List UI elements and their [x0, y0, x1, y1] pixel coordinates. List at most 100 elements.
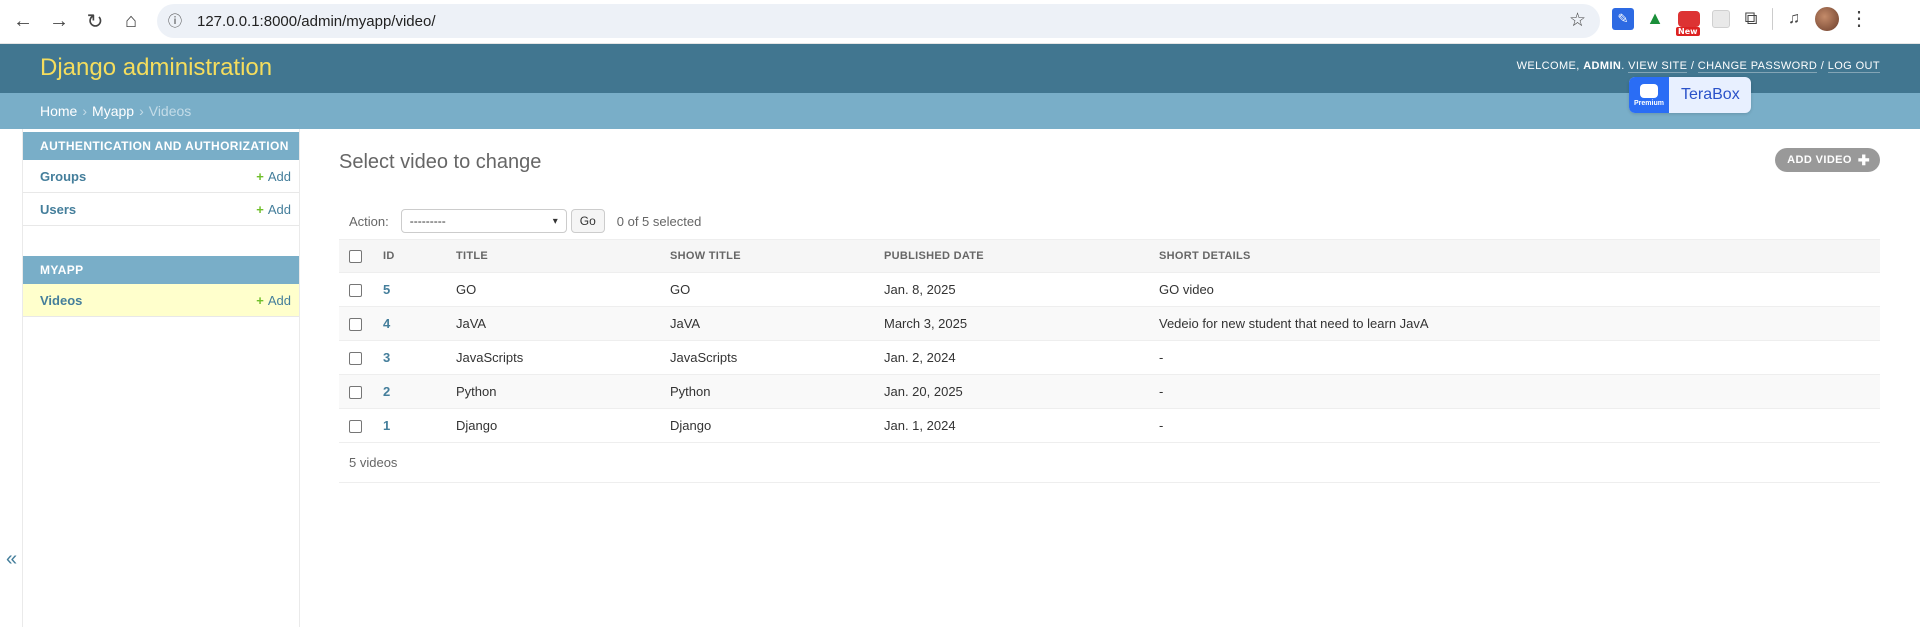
pencil-extension-icon[interactable]: ✎	[1612, 7, 1634, 30]
breadcrumb-app[interactable]: Myapp	[92, 103, 134, 119]
site-branding[interactable]: Django administration	[40, 54, 272, 82]
breadcrumb-home[interactable]: Home	[40, 103, 77, 119]
reload-icon[interactable]: ↻	[78, 5, 112, 39]
column-header-show-title[interactable]: SHOW TITLE	[660, 239, 874, 273]
module-caption-auth[interactable]: AUTHENTICATION AND AUTHORIZATION	[23, 132, 299, 160]
go-button[interactable]: Go	[570, 209, 605, 233]
sidebar-item-videos: Videos + Add	[23, 284, 299, 317]
sidebar-item-label[interactable]: Videos	[40, 293, 256, 308]
row-checkbox[interactable]	[349, 318, 362, 332]
select-all-checkbox[interactable]	[349, 249, 362, 263]
show-title-cell: JaVA	[660, 306, 874, 341]
collapse-sidebar-icon[interactable]: «	[6, 548, 17, 571]
action-label: Action:	[349, 213, 389, 229]
short-details-cell: -	[1149, 340, 1880, 375]
welcome-text: WELCOME,	[1516, 60, 1580, 72]
row-select-cell	[339, 306, 373, 341]
module-caption-myapp[interactable]: MYAPP	[23, 256, 299, 284]
puzzle-extensions-icon[interactable]: ⧉	[1740, 8, 1762, 30]
username: ADMIN	[1583, 60, 1622, 72]
row-checkbox[interactable]	[349, 420, 362, 434]
media-queue-icon[interactable]: ♫	[1783, 8, 1805, 30]
select-all-header	[339, 239, 373, 273]
video-id-link[interactable]: 2	[383, 384, 390, 399]
video-id-link[interactable]: 3	[383, 350, 390, 365]
table-row: 4 JaVA JaVA March 3, 2025 Vedeio for new…	[339, 306, 1880, 341]
table-row: 5 GO GO Jan. 8, 2025 GO video	[339, 272, 1880, 307]
paginator: 5 videos	[339, 443, 1880, 483]
title-cell: Django	[446, 408, 660, 443]
action-selected-value: ---------	[409, 214, 446, 228]
video-id-link[interactable]: 4	[383, 316, 390, 331]
terabox-logo-icon: Premium	[1629, 77, 1669, 113]
published-date-cell: Jan. 8, 2025	[874, 272, 1149, 307]
row-select-cell	[339, 408, 373, 443]
row-checkbox[interactable]	[349, 284, 362, 298]
terabox-widget[interactable]: Premium TeraBox	[1629, 77, 1751, 113]
plus-icon: +	[256, 292, 264, 308]
column-header-published-date[interactable]: PUBLISHED DATE	[874, 239, 1149, 273]
add-video-label: ADD VIDEO	[1787, 154, 1852, 166]
sidebar-item-label[interactable]: Users	[40, 202, 256, 217]
view-site-link[interactable]: VIEW SITE	[1628, 60, 1688, 73]
column-header-short-details[interactable]: SHORT DETAILS	[1149, 239, 1880, 273]
column-header-id[interactable]: ID	[373, 239, 446, 273]
short-details-cell: Vedeio for new student that need to lear…	[1149, 306, 1880, 341]
browser-menu-icon[interactable]: ⋮	[1849, 6, 1869, 31]
table-row: 2 Python Python Jan. 20, 2025 -	[339, 374, 1880, 409]
published-date-cell: Jan. 1, 2024	[874, 408, 1149, 443]
module-myapp: MYAPP Videos + Add	[23, 256, 299, 317]
title-cell: Python	[446, 374, 660, 409]
change-password-link[interactable]: CHANGE PASSWORD	[1697, 60, 1818, 73]
user-tools: WELCOME, ADMIN. VIEW SITE / CHANGE PASSW…	[1516, 60, 1880, 73]
column-header-title[interactable]: TITLE	[446, 239, 660, 273]
published-date-cell: March 3, 2025	[874, 306, 1149, 341]
address-bar[interactable]: ⓘ 127.0.0.1:8000/admin/myapp/video/ ☆	[157, 4, 1600, 38]
short-details-cell: -	[1149, 374, 1880, 409]
nav-sidebar: AUTHENTICATION AND AUTHORIZATION Groups …	[22, 129, 300, 627]
add-group-link[interactable]: + Add	[256, 169, 291, 184]
video-id-link[interactable]: 1	[383, 418, 390, 433]
id-cell: 1	[373, 408, 446, 443]
short-details-cell: GO video	[1149, 272, 1880, 307]
title-cell: JaVA	[446, 306, 660, 341]
show-title-cell: JavaScripts	[660, 340, 874, 375]
video-id-link[interactable]: 5	[383, 282, 390, 297]
toolbar-divider	[1772, 7, 1773, 30]
actions-bar: Action: --------- ▾ Go 0 of 5 selected	[339, 203, 1880, 239]
blank-extension-icon[interactable]	[1712, 9, 1730, 28]
id-cell: 5	[373, 272, 446, 307]
breadcrumb-current: Videos	[148, 103, 192, 119]
chevron-down-icon: ▾	[552, 215, 558, 227]
drive-extension-icon[interactable]: ▲	[1644, 8, 1666, 30]
short-details-cell: -	[1149, 408, 1880, 443]
forward-arrow-icon[interactable]: →	[42, 5, 76, 39]
add-video-button[interactable]: ADD VIDEO ✚	[1775, 148, 1880, 172]
profile-avatar[interactable]	[1815, 6, 1839, 31]
video-extension-icon[interactable]: New	[1676, 8, 1702, 36]
add-video-link[interactable]: + Add	[256, 293, 291, 308]
home-icon[interactable]: ⌂	[114, 5, 148, 39]
terabox-label: TeraBox	[1681, 86, 1740, 103]
sidebar-item-users: Users + Add	[23, 193, 299, 226]
results-table: ID TITLE SHOW TITLE PUBLISHED DATE SHORT…	[339, 239, 1880, 443]
breadcrumb-separator: ›	[139, 103, 144, 119]
sidebar-item-label[interactable]: Groups	[40, 169, 256, 184]
show-title-cell: GO	[660, 272, 874, 307]
plus-icon: ✚	[1857, 151, 1870, 168]
row-checkbox[interactable]	[349, 386, 362, 400]
add-user-link[interactable]: + Add	[256, 202, 291, 217]
site-info-icon[interactable]: ⓘ	[165, 11, 185, 31]
title-cell: GO	[446, 272, 660, 307]
bookmark-star-icon[interactable]: ☆	[1569, 9, 1586, 32]
table-row: 1 Django Django Jan. 1, 2024 -	[339, 408, 1880, 443]
log-out-link[interactable]: LOG OUT	[1827, 60, 1880, 73]
row-select-cell	[339, 374, 373, 409]
back-arrow-icon[interactable]: ←	[6, 5, 40, 39]
plus-icon: +	[256, 201, 264, 217]
id-cell: 2	[373, 374, 446, 409]
row-checkbox[interactable]	[349, 352, 362, 366]
url-text[interactable]: 127.0.0.1:8000/admin/myapp/video/	[197, 13, 436, 30]
title-cell: JavaScripts	[446, 340, 660, 375]
action-select[interactable]: --------- ▾	[400, 209, 567, 233]
